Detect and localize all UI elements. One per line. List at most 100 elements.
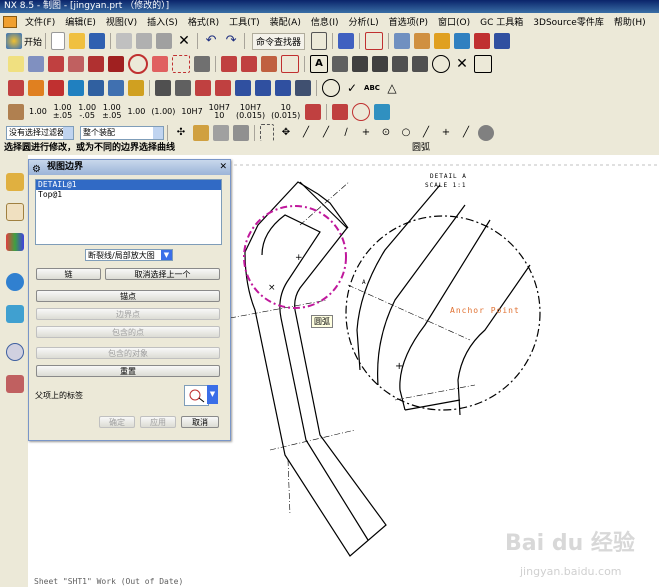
radius-dim-icon[interactable] <box>275 80 291 96</box>
menu-view[interactable]: 视图(V) <box>101 15 142 28</box>
list-item[interactable]: Top@1 <box>36 190 221 200</box>
open-folder-icon[interactable] <box>69 33 86 49</box>
intersection-icon[interactable]: + <box>358 125 374 141</box>
menu-tools[interactable]: 工具(T) <box>224 15 265 28</box>
weld-icon[interactable] <box>412 56 428 72</box>
existing-point-icon[interactable]: + <box>438 125 454 141</box>
cut-icon[interactable] <box>116 33 133 49</box>
dim-format-1[interactable]: 1.00 <box>29 108 47 116</box>
dialog-titlebar[interactable]: ⚙ 视图边界 ✕ <box>29 160 230 175</box>
inferred-dimension-icon[interactable] <box>175 80 191 96</box>
menu-format[interactable]: 格式(R) <box>183 15 224 28</box>
menu-window[interactable]: 窗口(O) <box>433 15 475 28</box>
gear-icon[interactable]: ⚙ <box>32 162 41 177</box>
zoom-icon[interactable] <box>322 79 340 97</box>
save-icon[interactable] <box>89 33 106 49</box>
info-icon[interactable] <box>338 33 355 49</box>
display-sheet-icon[interactable] <box>128 80 144 96</box>
ok-button[interactable]: 确定 <box>99 416 135 428</box>
new-file-icon[interactable] <box>51 32 66 50</box>
centerline-icon[interactable] <box>221 56 237 72</box>
included-object-button[interactable]: 包含的对象 <box>36 347 220 359</box>
balloon-icon[interactable] <box>432 55 450 73</box>
table-icon[interactable] <box>474 55 492 73</box>
dim-format-9[interactable]: 10H7 (0.015) <box>236 104 265 120</box>
history-clock-icon[interactable] <box>6 343 24 361</box>
window-select-icon[interactable] <box>311 32 328 50</box>
menu-preferences[interactable]: 首选项(P) <box>384 15 433 28</box>
part-navigator-icon[interactable] <box>6 203 24 221</box>
arc-center-icon[interactable]: ⊙ <box>378 125 394 141</box>
parent-label-style-button[interactable] <box>184 385 209 406</box>
start-button[interactable]: 开始 <box>6 33 42 49</box>
point-on-curve-icon[interactable]: ╱ <box>418 125 434 141</box>
note-icon[interactable]: A <box>310 55 328 73</box>
menu-gc-toolbox[interactable]: GC 工具箱 <box>475 15 528 28</box>
close-icon[interactable]: ✕ <box>219 160 227 175</box>
snap-icon[interactable] <box>474 33 491 49</box>
menu-analysis[interactable]: 分析(L) <box>344 15 384 28</box>
roles-icon[interactable] <box>6 375 24 393</box>
move-view-icon[interactable] <box>88 80 104 96</box>
move-icon[interactable]: ✥ <box>278 125 294 141</box>
chain-button[interactable]: 链 <box>36 268 101 280</box>
symbol-icon[interactable] <box>261 56 277 72</box>
dim-format-5[interactable]: 1.00 <box>128 108 146 116</box>
chamfer-dim-icon[interactable] <box>295 80 311 96</box>
edit-style-icon[interactable] <box>28 80 44 96</box>
reset-button[interactable]: 重置 <box>36 365 220 377</box>
play-icon[interactable] <box>454 33 471 49</box>
select-face-icon[interactable] <box>233 124 249 141</box>
cancel-button[interactable]: 取消 <box>181 416 219 428</box>
redo-icon[interactable]: ↷ <box>223 33 239 49</box>
edit-view-icon[interactable] <box>48 80 64 96</box>
select-all-icon[interactable] <box>193 124 209 141</box>
fit-view-icon[interactable] <box>365 32 384 50</box>
target-icon[interactable] <box>392 56 408 72</box>
angular-dim-icon[interactable] <box>255 80 271 96</box>
undo-icon[interactable]: ↶ <box>203 33 219 49</box>
endpoint-icon[interactable]: ╱ <box>298 125 314 141</box>
view-align-icon[interactable] <box>194 56 210 72</box>
menu-insert[interactable]: 插入(S) <box>142 15 183 28</box>
assembly-navigator-icon[interactable] <box>6 173 24 191</box>
dim-style-icon[interactable] <box>8 104 24 120</box>
label-abc-icon[interactable]: ABC <box>364 80 380 96</box>
select-feature-icon[interactable] <box>213 124 229 141</box>
face-point-icon[interactable] <box>478 124 494 141</box>
delete-icon[interactable]: ✕ <box>176 33 192 49</box>
command-finder-button[interactable]: 命令查找器 <box>252 32 306 50</box>
section-view-icon[interactable] <box>68 56 84 72</box>
dimension-icon[interactable] <box>155 80 171 96</box>
menu-file[interactable]: 文件(F) <box>20 15 60 28</box>
process-studio-icon[interactable] <box>6 305 24 323</box>
rotated-section-icon[interactable] <box>108 56 124 72</box>
break-view-icon[interactable] <box>152 56 168 72</box>
menu-assembly[interactable]: 装配(A) <box>265 15 306 28</box>
circle-slash-icon[interactable] <box>352 103 371 121</box>
dim-format-10[interactable]: 10 (0.015) <box>271 104 300 120</box>
horizontal-dim-icon[interactable] <box>195 80 211 96</box>
grid-icon[interactable] <box>281 55 299 73</box>
cancel-previous-button[interactable]: 取消选择上一个 <box>105 268 220 280</box>
snap-point-icon[interactable]: ✣ <box>173 125 189 141</box>
new-sheet-icon[interactable] <box>8 56 24 72</box>
rect-select-icon[interactable] <box>260 124 274 141</box>
base-view-icon[interactable] <box>28 56 44 72</box>
quadrant-icon[interactable]: ○ <box>398 125 414 141</box>
triangle-icon[interactable]: △ <box>384 80 400 96</box>
parallel-dim-icon[interactable] <box>235 80 251 96</box>
dim-format-7[interactable]: 10H7 <box>181 108 202 116</box>
menu-information[interactable]: 信息(I) <box>306 15 344 28</box>
menu-3dsource[interactable]: 3DSource零件库 <box>528 15 609 28</box>
point-icon[interactable] <box>241 56 257 72</box>
ruler-icon[interactable] <box>494 33 511 49</box>
detail-view-icon[interactable] <box>128 54 148 74</box>
angle-dim-icon[interactable] <box>305 104 322 120</box>
chevron-down-icon[interactable]: ▼ <box>207 385 218 404</box>
assembly-scope-select[interactable]: 整个装配 <box>80 125 164 140</box>
layer-icon[interactable] <box>394 33 411 49</box>
dim-format-6[interactable]: (1.00) <box>151 108 175 116</box>
boundary-point-button[interactable]: 边界点 <box>36 308 220 320</box>
view-boundary-icon[interactable] <box>172 55 190 73</box>
